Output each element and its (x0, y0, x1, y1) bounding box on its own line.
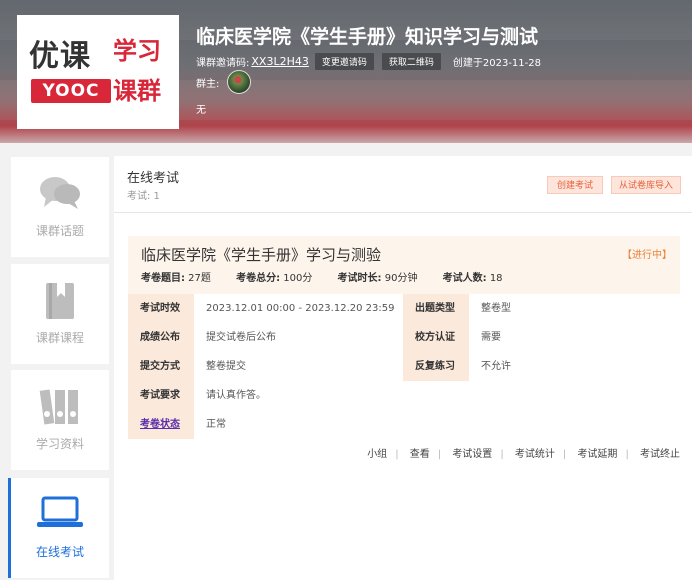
detail-value: 整卷提交 (194, 352, 404, 381)
change-invite-code-button[interactable]: 变更邀请码 (314, 53, 374, 70)
exam-count: 考试: 1 (127, 191, 160, 202)
import-from-bank-button[interactable]: 从试卷库导入 (611, 176, 681, 194)
logo-text-kequn: 课群 (113, 77, 161, 105)
invite-row: 课群邀请码: XX3L2H43 变更邀请码 获取二维码 创建于2023-11-2… (196, 53, 541, 70)
detail-row: 成绩公布 提交试卷后公布 校方认证 需要 (128, 323, 680, 352)
action-exam-settings[interactable]: 考试设置 (452, 449, 492, 460)
course-banner: 优课 学习 YOOC 课群 临床医学院《学生手册》知识学习与测试 课群邀请码: … (0, 0, 692, 143)
detail-value: 正常 (194, 410, 680, 439)
action-view[interactable]: 查看 (410, 449, 430, 460)
created-date: 创建于2023-11-28 (452, 58, 541, 69)
stat-value: 90分钟 (381, 273, 418, 284)
detail-value: 不允许 (469, 352, 680, 381)
exam-title[interactable]: 临床医学院《学生手册》学习与测验 (141, 244, 381, 265)
sidebar-item-label: 学习资料 (35, 437, 84, 451)
exam-panel: 在线考试 考试: 1 创建考试 从试卷库导入 临床医学院《学生手册》学习与测验 … (114, 156, 692, 580)
detail-value: 提交试卷后公布 (194, 323, 404, 352)
sidebar-item-online-exam[interactable]: 在线考试 (8, 478, 109, 578)
divider (114, 212, 692, 213)
detail-key: 成绩公布 (128, 323, 194, 352)
stat-value: 18 (486, 273, 503, 284)
sidebar-item-label: 课群话题 (35, 224, 84, 238)
sidebar-item-materials[interactable]: 学习资料 (11, 370, 109, 470)
detail-row: 考卷状态 正常 (128, 410, 680, 439)
action-exam-statistics[interactable]: 考试统计 (515, 449, 555, 460)
invite-label: 课群邀请码: (196, 58, 250, 69)
exam-status-badge: 【进行中】 (622, 250, 672, 261)
action-exam-terminate[interactable]: 考试终止 (640, 449, 680, 460)
sidebar-item-label: 课群课程 (35, 331, 84, 345)
stat-label: 考试人数: (442, 273, 487, 284)
logo-text-xuexi: 学习 (113, 37, 161, 65)
detail-value: 需要 (469, 323, 680, 352)
course-title: 临床医学院《学生手册》知识学习与测试 (196, 26, 539, 48)
detail-row: 考试要求 请认真作答。 (128, 381, 680, 410)
detail-key: 出题类型 (403, 294, 469, 323)
get-qr-code-button[interactable]: 获取二维码 (381, 53, 441, 70)
chat-bubbles-icon (40, 177, 80, 209)
stat-label: 考卷总分: (236, 273, 281, 284)
panel-title: 在线考试 (127, 171, 180, 186)
yooc-logo[interactable]: 优课 学习 YOOC 课群 (17, 15, 179, 129)
detail-value: 整卷型 (469, 294, 680, 323)
invite-code[interactable]: XX3L2H43 (251, 55, 308, 68)
sidebar-item-label: 在线考试 (35, 545, 84, 559)
detail-row: 考试时效 2023.12.01 00:00 - 2023.12.20 23:59… (128, 294, 680, 323)
owner-row: 群主: (196, 70, 252, 94)
action-exam-extend[interactable]: 考试延期 (577, 449, 617, 460)
detail-key: 提交方式 (128, 352, 194, 381)
action-group[interactable]: 小组 (367, 449, 387, 460)
detail-key: 考试时效 (128, 294, 194, 323)
book-icon (46, 283, 74, 319)
detail-row: 提交方式 整卷提交 反复练习 不允许 (128, 352, 680, 381)
logo-text-youke: 优课 (29, 39, 91, 74)
exam-stats: 考卷题目: 27题 考卷总分: 100分 考试时长: 90分钟 考试人数: 18 (141, 269, 525, 284)
logo-badge-yooc: YOOC (31, 79, 111, 103)
detail-key: 反复练习 (403, 352, 469, 381)
stat-value: 100分 (280, 273, 313, 284)
course-description: 无 (196, 105, 206, 116)
stat-value: 27题 (185, 273, 211, 284)
exam-card: 临床医学院《学生手册》学习与测验 【进行中】 考卷题目: 27题 考卷总分: 1… (128, 236, 680, 439)
owner-avatar[interactable] (227, 70, 252, 94)
laptop-icon (37, 496, 83, 527)
sidebar-item-courses[interactable]: 课群课程 (11, 264, 109, 364)
exam-actions: 小组 | 查看 | 考试设置 | 考试统计 | 考试延期 | 考试终止 (367, 449, 680, 460)
detail-key: 考试要求 (128, 381, 194, 410)
detail-key: 校方认证 (403, 323, 469, 352)
sidebar-item-topics[interactable]: 课群话题 (11, 157, 109, 257)
create-exam-button[interactable]: 创建考试 (547, 176, 603, 194)
stat-label: 考卷题目: (141, 273, 185, 284)
detail-value: 2023.12.01 00:00 - 2023.12.20 23:59 (194, 294, 404, 323)
exam-state-link-cell: 考卷状态 (128, 410, 194, 439)
detail-value: 请认真作答。 (194, 381, 680, 410)
stat-label: 考试时长: (337, 273, 382, 284)
owner-label: 群主: (196, 78, 220, 90)
binders-icon (39, 389, 78, 425)
exam-state-link[interactable]: 考卷状态 (140, 419, 180, 430)
